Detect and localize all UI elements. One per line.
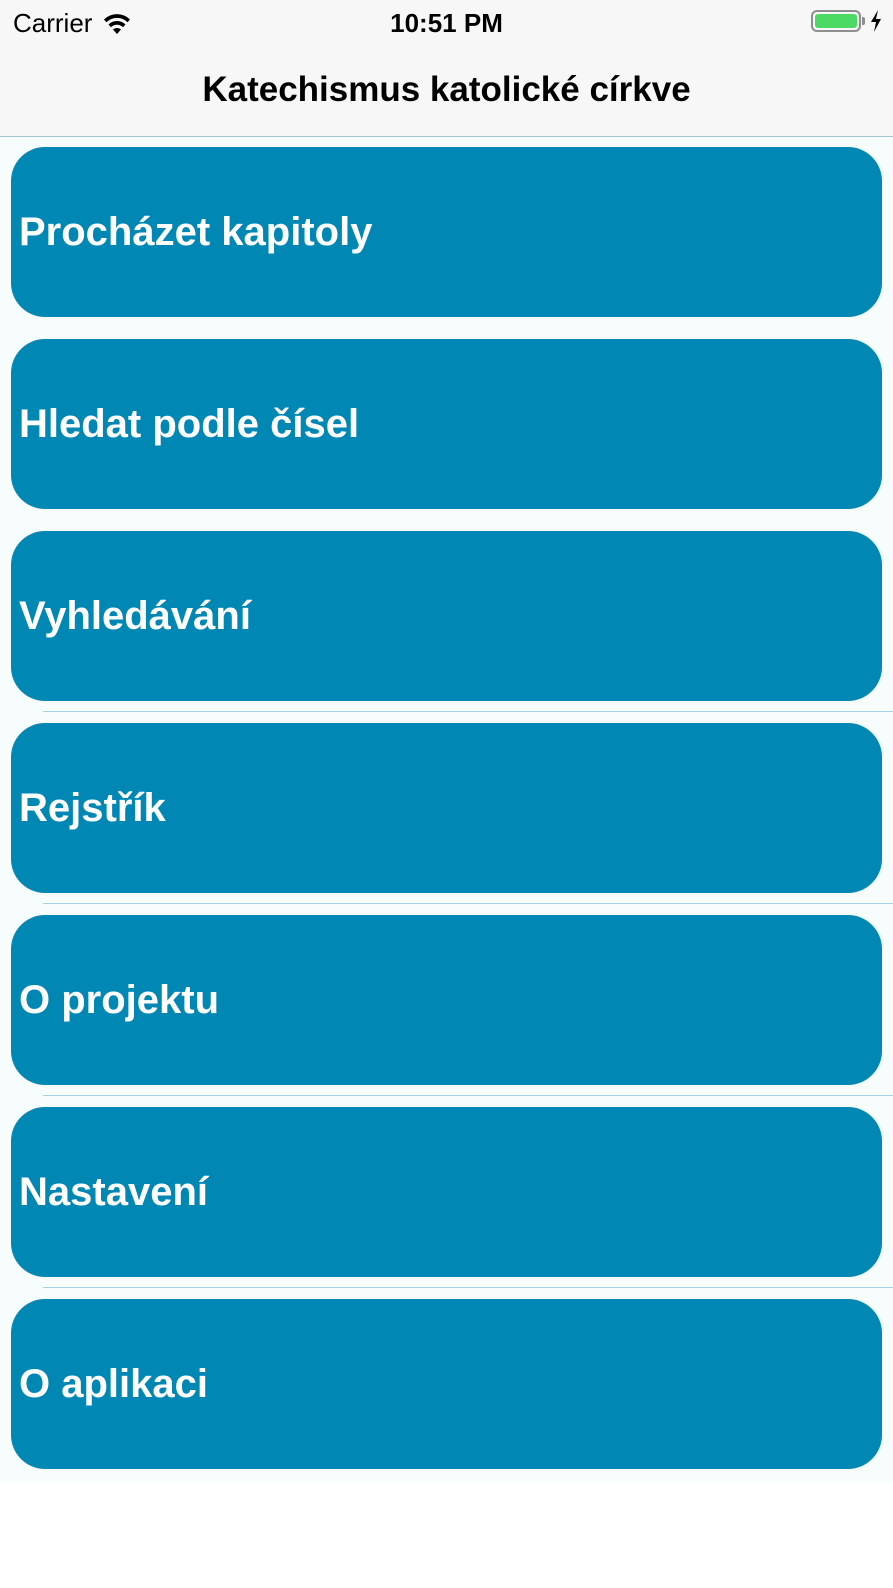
search-button[interactable]: Vyhledávání [11,531,882,701]
search-by-numbers-button[interactable]: Hledat podle čísel [11,339,882,509]
menu-row-about-project[interactable]: O projektu [0,905,893,1097]
bolt-icon [871,10,881,32]
index-button[interactable]: Rejstřík [11,723,882,893]
battery-icon [811,10,861,32]
battery-level-fill [815,14,857,28]
menu-row-browse-chapters[interactable]: Procházet kapitoly [0,137,893,329]
row-divider [43,1287,893,1288]
menu-row-search[interactable]: Vyhledávání [0,521,893,713]
battery-tip [862,17,865,25]
row-divider [43,903,893,904]
menu-list[interactable]: Procházet kapitoly Hledat podle čísel Vy… [0,137,893,1482]
menu-row-about-app[interactable]: O aplikaci [0,1289,893,1481]
about-app-button[interactable]: O aplikaci [11,1299,882,1469]
page-title: Katechismus katolické církve [202,70,691,109]
browse-chapters-button[interactable]: Procházet kapitoly [11,147,882,317]
navigation-bar: Katechismus katolické církve [0,44,893,137]
status-time: 10:51 PM [390,8,503,38]
menu-row-settings[interactable]: Nastavení [0,1097,893,1289]
battery-indicator [811,9,883,33]
status-bar: Carrier 10:51 PM [0,0,893,44]
row-divider [43,1095,893,1096]
row-divider [43,711,893,712]
menu-row-search-by-numbers[interactable]: Hledat podle čísel [0,329,893,521]
about-project-button[interactable]: O projektu [11,915,882,1085]
settings-button[interactable]: Nastavení [11,1107,882,1277]
menu-row-index[interactable]: Rejstřík [0,713,893,905]
